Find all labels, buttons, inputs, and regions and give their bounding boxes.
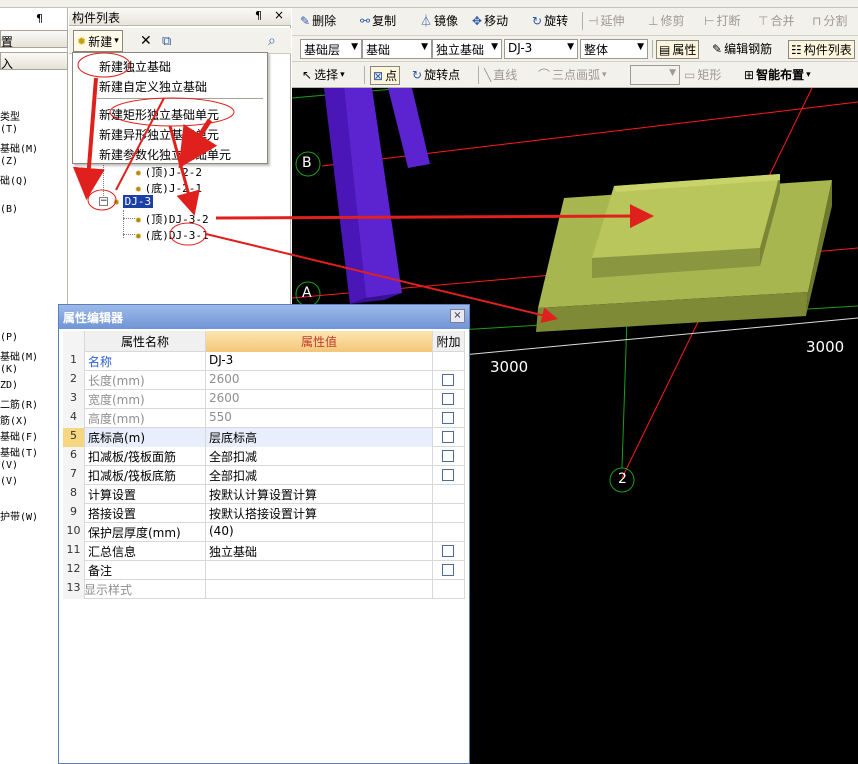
- annotation-arrow: [205, 233, 558, 323]
- annotation-ellipse: [169, 222, 207, 246]
- annotation-ellipse: [109, 97, 235, 127]
- annotation-arrow: [115, 97, 165, 191]
- annotation-overlay: [72, 52, 654, 323]
- annotation-ellipse: [87, 189, 117, 211]
- annotation-arrow: [168, 125, 200, 216]
- annotation-ellipse: [77, 52, 131, 78]
- annotation-arrow: [215, 204, 654, 229]
- annotation-arrow: [72, 77, 105, 200]
